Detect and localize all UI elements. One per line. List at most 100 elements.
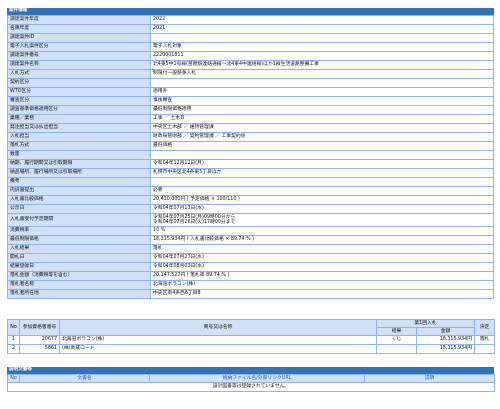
info-row: 業種／業務 工事 ／ 土木Ｂ [7,114,494,124]
col-amount: 金額 [416,327,475,336]
info-label: 落札者名称 [7,280,151,290]
info-value: 令和04年07月25日(月)09時00分から 令和04年07月26日(火)17時… [150,213,494,227]
info-label: 入札方式 [7,69,151,79]
info-label: 調達案件名称 [7,60,151,70]
info-row: 納品場所、履行場所又は引取場所 札幌市中央区北4条東5丁目ほか [7,168,494,178]
bidder-amount: 18,315,934円 [416,344,475,354]
info-label: 電子入札案件区分 [7,42,151,52]
info-value: 20,147,527円 ( 落札率 89.74 % ) [150,271,494,281]
bidder-row: 2 5861 (株)真成ロード 18,315,934円 [7,344,495,354]
bidder-decision: 落札 [474,335,495,345]
info-label: 入札書比較価格 [7,195,151,205]
docs-table: No 文書名 格納ファイル名/外部リンクURL 説明 設計図書等は登録されていま… [7,374,495,392]
info-row: 落札者名称 北海道ボラコン(株) [7,280,494,290]
bidder-decision [474,344,495,354]
info-value: 電子入札対象 [150,42,494,52]
bidder-amount: 18,315,934円 [416,335,475,345]
info-label: 結果登録日 [7,262,151,272]
docs-col-file[interactable]: 格納ファイル名/外部リンクURL [149,374,365,383]
info-row: 開札日 令和04年07月27日(水) [7,253,494,263]
col-decision: 決定 [474,319,495,336]
info-value: 工事 ／ 土木Ｂ [150,114,494,124]
info-label: WTO区分 [7,87,151,97]
info-row: WTO区分 適用外 [7,87,494,97]
info-value: 財政局管財部 ／ 契約管理課 ／ 工事契約係 [150,132,494,142]
info-row: 調達案件名称 北4東5中1号線(苗穂駅連絡通線～北4東4中連絡線)ほか1線生活道路… [7,60,494,70]
col-round1: 第1回入札 [376,319,475,328]
info-value: 令和04年12月12日(月) [150,159,494,169]
info-label: 納品場所、履行場所又は引取場所 [7,168,151,178]
col-reg-no: 参加資格者番号 [19,319,60,336]
info-row: 入札書受付予定期間 令和04年07月25日(月)09時00分から 令和04年07月… [7,213,494,227]
info-row: 備考 [7,177,494,187]
info-label: 入札担当 [7,132,151,142]
docs-empty-message: 設計図書等は登録されていません。 [7,382,495,392]
page: 案件情報 調達案件年度 2022 名簿年度 2021 調達案件ID 電子入札案件区分 電子入… [0,0,500,409]
info-label: 調達案件ID [7,33,151,43]
info-value: 北4東5中1号線(苗穂駅連絡通線～北4東4中連絡線)ほか1線生活道路整備工事 [150,60,494,70]
info-row: 入札担当 財政局管財部 ／ 契約管理課 ／ 工事契約係 [7,132,494,142]
info-label: 業種／業務 [7,114,151,124]
info-label: 落札方式 [7,141,151,151]
info-row: 落札者所在地 中央区南4条西6丁目8 [7,289,494,299]
info-row: 電子入札案件区分 電子入札対象 [7,42,494,52]
bidders-table: No 参加資格者番号 商号又は名称 第1回入札 決定 結果 金額 1 20677 北… [7,319,495,354]
bidder-result: くじ [376,335,417,345]
info-label: 落札金額（消費税等を含む） [7,271,151,281]
info-value: 最低制限価格適用 [150,105,494,115]
info-label: 公示日 [7,204,151,214]
info-label: 入札結果 [7,244,151,254]
bidder-row: 1 20677 北海道ボラコン(株) くじ 18,315,934円 落札 [7,335,495,345]
info-row: 調達案件番号 2220001811 [7,51,494,61]
docs-section-title: 説明文書等 [7,367,494,374]
info-row: 落札方式 最低価格 [7,141,494,151]
info-row: 発注担当又は払出担当 中央区土木部 ／ 維持管理課 [7,123,494,133]
info-row: 調達案件ID [7,33,494,43]
info-label: 消費税率 [7,226,151,236]
info-label: 入札書受付予定期間 [7,213,151,227]
info-value: 2220001811 [150,51,494,61]
info-label: 開札日 [7,253,151,263]
info-value [150,150,494,160]
docs-col-name[interactable]: 文書名 [19,374,150,383]
info-label: 契約区分 [7,78,151,88]
info-row: 名簿年度 2021 [7,24,494,34]
case-section-title: 案件情報 [7,8,494,15]
info-value: 令和04年08月03日(水) [150,262,494,272]
info-row: 内訳書提出 必要 [7,186,494,196]
info-value: 適用外 [150,87,494,97]
info-value [150,177,494,187]
info-label: 数量 [7,150,151,160]
info-value: 北海道ボラコン(株) [150,280,494,290]
info-value: 中央区南4条西6丁目8 [150,289,494,299]
info-value: 制限付一般競争入札 [150,69,494,79]
info-row: 調査基準価格適用区分 最低制限価格適用 [7,105,494,115]
info-value: 最低価格 [150,141,494,151]
info-value: 10 % [150,226,494,236]
info-value: 中央区土木部 ／ 維持管理課 [150,123,494,133]
info-label: 最低制限価格 [7,235,151,245]
info-label: 調達案件年度 [7,15,151,25]
info-row: 納期、履行期間又は引取期限 令和04年12月12日(月) [7,159,494,169]
info-row: 公示日 令和04年07月13日(水) [7,204,494,214]
info-value: 札幌市中央区北4条東5丁目ほか [150,168,494,178]
info-value: 18,315,934円 ( 入札書比較価格 × 89.74 % ) [150,235,494,245]
info-label: 内訳書提出 [7,186,151,196]
info-value: 2022 [150,15,494,25]
info-label: 調査基準価格適用区分 [7,105,151,115]
info-label: 審査区分 [7,96,151,106]
bidder-name: (株)真成ロード [59,344,377,354]
bidder-result [376,344,417,354]
docs-col-no: No [7,374,20,383]
info-label: 名簿年度 [7,24,151,34]
docs-col-desc[interactable]: 説明 [364,374,495,383]
info-value: 令和04年07月27日(水) [150,253,494,263]
info-value [150,78,494,88]
info-value: 令和04年07月13日(水) [150,204,494,214]
info-label: 備考 [7,177,151,187]
info-row: 調達案件年度 2022 [7,15,494,25]
info-value: 2021 [150,24,494,34]
info-row: 入札書比較価格 20,410,000円 ( 予定価格 × 100/110 ) [7,195,494,205]
col-name: 商号又は名称 [59,319,377,336]
info-row: 審査区分 事後審査 [7,96,494,106]
